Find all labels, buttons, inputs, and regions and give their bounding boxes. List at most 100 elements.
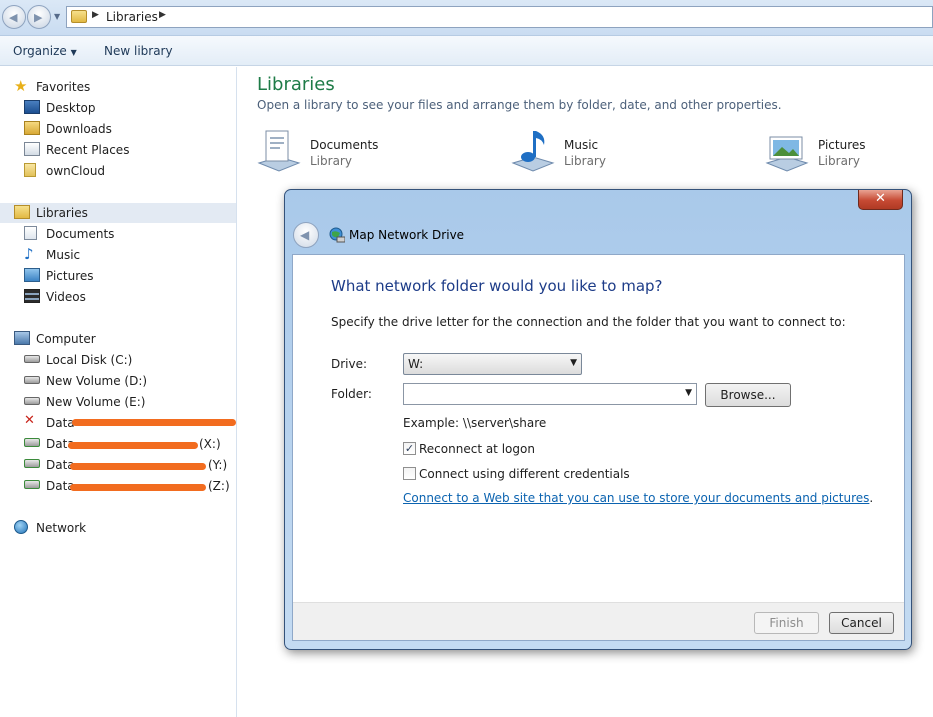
pictures-icon (24, 268, 40, 282)
network-drive-letter: (Z:) (208, 479, 230, 493)
nav-pictures-label: Pictures (46, 269, 94, 283)
nav-music[interactable]: ♪ Music (24, 245, 234, 265)
breadcrumb-libraries[interactable]: Libraries (106, 10, 158, 24)
nav-network-drive-x[interactable]: Data (X:) (24, 434, 236, 454)
documents-icon (24, 226, 37, 240)
drive-select-value: W: (408, 357, 424, 371)
browse-button[interactable]: Browse... (705, 383, 791, 407)
address-bar-area: ◀ ▶ ▼ ▶ Libraries ▶ (0, 0, 933, 36)
documents-library-icon (257, 130, 301, 172)
address-field[interactable]: ▶ Libraries ▶ (66, 6, 933, 28)
chevron-down-icon: ▼ (570, 358, 577, 368)
folder-input[interactable]: ▼ (403, 383, 697, 405)
web-site-link[interactable]: Connect to a Web site that you can use t… (403, 491, 869, 505)
libraries-icon (14, 205, 30, 219)
recent-pages-chevron-icon[interactable]: ▼ (54, 12, 60, 21)
network-globe-icon (14, 520, 28, 534)
nav-drive-e[interactable]: New Volume (E:) (24, 392, 234, 412)
dialog-title: Map Network Drive (349, 228, 465, 242)
nav-documents[interactable]: Documents (24, 224, 234, 244)
reconnect-label[interactable]: Reconnect at logon (419, 442, 535, 456)
forward-button[interactable]: ▶ (27, 5, 51, 29)
nav-network-drive-disconnected[interactable]: ✕ Data (24, 413, 236, 433)
dialog-footer: Finish Cancel (293, 602, 904, 640)
nav-computer[interactable]: Computer (14, 329, 234, 349)
credentials-checkbox[interactable] (403, 467, 416, 480)
downloads-folder-icon (24, 121, 40, 135)
cancel-button[interactable]: Cancel (829, 612, 894, 634)
nav-pictures[interactable]: Pictures (24, 266, 234, 286)
close-button[interactable]: ✕ (858, 190, 903, 210)
back-arrow-icon: ◀ (9, 11, 18, 24)
nav-libraries[interactable]: Libraries (0, 203, 236, 223)
page-title: Libraries (257, 74, 335, 95)
nav-libraries-label: Libraries (36, 206, 88, 220)
network-drive-icon (24, 480, 40, 489)
new-library-button[interactable]: New library (104, 44, 173, 58)
back-button[interactable]: ◀ (2, 5, 26, 29)
close-icon: ✕ (875, 191, 886, 206)
library-documents-type: Library (310, 154, 352, 168)
music-note-icon: ♪ (24, 245, 34, 263)
network-drive-letter: (Y:) (208, 458, 228, 472)
library-pictures-name: Pictures (818, 138, 866, 152)
dialog-back-button[interactable]: ◀ (293, 222, 319, 248)
library-music-name: Music (564, 138, 599, 152)
breadcrumb-separator-icon[interactable]: ▶ (92, 10, 99, 20)
back-arrow-icon: ◀ (300, 228, 310, 242)
nav-network-drive-y[interactable]: Data (Y:) (24, 455, 236, 475)
finish-button[interactable]: Finish (754, 612, 819, 634)
libraries-folder-icon (71, 10, 87, 23)
page-subtitle: Open a library to see your files and arr… (257, 98, 782, 112)
nav-music-label: Music (46, 248, 81, 262)
network-drive-globe-icon (329, 227, 345, 243)
dialog-heading: What network folder would you like to ma… (331, 277, 663, 295)
folder-example: Example: \\server\share (403, 416, 547, 430)
navigation-pane: ★ Favorites Desktop Downloads Recent Pla… (0, 67, 237, 717)
nav-drive-e-label: New Volume (E:) (46, 395, 146, 409)
nav-documents-label: Documents (46, 227, 115, 241)
nav-drive-d[interactable]: New Volume (D:) (24, 371, 234, 391)
dialog-instruction: Specify the drive letter for the connect… (331, 315, 846, 329)
library-documents-name: Documents (310, 138, 379, 152)
nav-owncloud[interactable]: ownCloud (24, 161, 234, 181)
nav-network[interactable]: Network (14, 518, 234, 538)
nav-recent-places[interactable]: Recent Places (24, 140, 234, 160)
nav-network-drive-z[interactable]: Data (Z:) (24, 476, 236, 496)
library-pictures[interactable]: Pictures Library (764, 127, 933, 177)
organize-button[interactable]: Organize ▼ (13, 44, 77, 58)
nav-desktop-label: Desktop (46, 101, 96, 115)
pictures-library-icon (765, 136, 809, 172)
disconnected-network-drive-icon: ✕ (24, 413, 35, 428)
nav-downloads[interactable]: Downloads (24, 119, 234, 139)
nav-videos-label: Videos (46, 290, 86, 304)
hard-drive-icon (24, 355, 40, 363)
drive-select[interactable]: W: ▼ (403, 353, 582, 375)
credentials-label[interactable]: Connect using different credentials (419, 467, 630, 481)
recent-places-icon (24, 142, 40, 156)
nav-videos[interactable]: Videos (24, 287, 234, 307)
forward-arrow-icon: ▶ (34, 11, 43, 24)
redaction-mark (68, 442, 198, 449)
library-documents[interactable]: Documents Library (256, 127, 456, 177)
network-drive-icon (24, 459, 40, 468)
library-pictures-type: Library (818, 154, 860, 168)
library-music[interactable]: Music Library (510, 127, 710, 177)
nav-drive-c[interactable]: Local Disk (C:) (24, 350, 234, 370)
organize-label: Organize (13, 44, 67, 58)
network-drive-letter: (X:) (199, 437, 221, 451)
network-drive-icon (24, 438, 40, 447)
computer-icon (14, 331, 30, 345)
map-network-drive-dialog: ✕ ◀ Map Network Drive What network folde… (284, 189, 912, 650)
hard-drive-icon (24, 376, 40, 384)
nav-desktop[interactable]: Desktop (24, 98, 234, 118)
breadcrumb-separator-icon[interactable]: ▶ (159, 10, 166, 20)
chevron-down-icon[interactable]: ▼ (685, 388, 692, 398)
nav-network-label: Network (36, 521, 87, 535)
desktop-icon (24, 100, 40, 114)
reconnect-checkbox[interactable]: ✓ (403, 442, 416, 455)
nav-favorites[interactable]: ★ Favorites (14, 77, 234, 97)
web-site-link-period: . (869, 491, 874, 505)
nav-computer-label: Computer (36, 332, 96, 346)
redaction-mark (72, 419, 236, 426)
